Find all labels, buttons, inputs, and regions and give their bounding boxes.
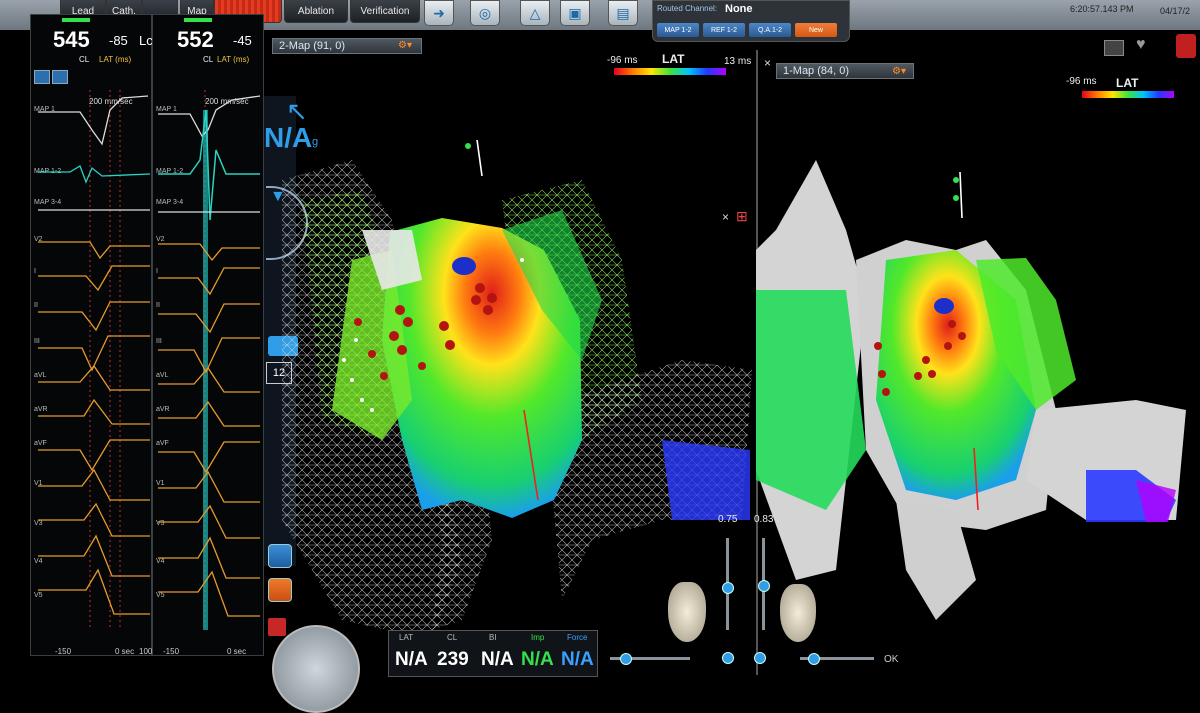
cl-label: CL xyxy=(203,55,214,64)
close-icon[interactable]: × xyxy=(764,56,771,70)
readout-header-lat: LAT xyxy=(399,633,414,642)
map1-opacity-value: 0.83 xyxy=(754,514,774,525)
axis-mid: 0 sec xyxy=(115,647,135,656)
map2-color-scale xyxy=(614,68,726,75)
cl-label: CL xyxy=(79,55,90,64)
map1-3d-view[interactable] xyxy=(756,150,1200,630)
map2-scale-max: 13 ms xyxy=(724,56,752,67)
routed-channel-label: Routed Channel: xyxy=(657,4,718,13)
catheter-readout: LAT CL BI Imp Force N/A 239 N/A N/A N/A xyxy=(388,630,598,677)
lat-label: LAT (ms) xyxy=(217,55,250,64)
routed-channel-value[interactable]: None xyxy=(725,3,753,15)
map-options-icon[interactable]: ⚙▾ xyxy=(892,66,906,77)
signal-indicator xyxy=(184,18,212,22)
readout-header-force: Force xyxy=(567,633,588,642)
map1-lat-label: LAT xyxy=(1116,76,1139,90)
signal-indicator xyxy=(62,18,90,22)
cycle-length-value: 545 xyxy=(53,27,90,52)
readout-imp-value: N/A xyxy=(521,649,554,670)
map2-opacity-knob[interactable] xyxy=(722,582,734,594)
readout-lat-value: N/A xyxy=(395,649,428,670)
readout-cl-value: 239 xyxy=(437,649,469,670)
lat-value: -85 xyxy=(109,33,128,48)
monitor-icon[interactable] xyxy=(1104,40,1124,56)
readout-header-cl: CL xyxy=(447,633,458,642)
wrench-icon[interactable] xyxy=(34,70,50,84)
readout-bi-value: N/A xyxy=(481,649,514,670)
heart-orientation-icon[interactable] xyxy=(780,584,816,642)
readout-header-imp: Imp xyxy=(531,633,545,642)
map2-h-knob[interactable] xyxy=(620,653,632,665)
map2-scale-min: -96 ms xyxy=(607,55,638,66)
map1-color-knob[interactable] xyxy=(754,652,766,664)
map2-opacity-value: 0.75 xyxy=(718,514,738,525)
map-options-icon[interactable]: ⚙▾ xyxy=(398,40,412,51)
axis-left: -150 xyxy=(163,647,180,656)
cycle-length-value: 552 xyxy=(177,27,214,52)
ok-label[interactable]: OK xyxy=(884,654,898,665)
verification-button[interactable]: Verification xyxy=(350,0,420,23)
triangle-icon[interactable]: △ xyxy=(520,0,550,26)
clock: 6:20:57.143 PM xyxy=(1070,4,1134,14)
waveform-canvas xyxy=(38,90,261,630)
map1-scale-min: -96 ms xyxy=(1066,76,1097,87)
axis-right: 100 xyxy=(139,647,153,656)
map1-color-scale xyxy=(1082,91,1174,98)
lat-label: LAT (ms) xyxy=(99,55,132,64)
close-icon[interactable]: × xyxy=(722,210,729,224)
send-icon[interactable]: ➜ xyxy=(424,0,454,26)
readout-force-value: N/A xyxy=(561,649,594,670)
lat-value: -45 xyxy=(233,33,252,48)
map2-lat-label: LAT xyxy=(662,52,685,66)
heart-icon[interactable]: ♥ xyxy=(1136,36,1146,54)
grid-icon[interactable] xyxy=(52,70,68,84)
channel-map12[interactable]: MAP 1-2 xyxy=(657,23,699,37)
readout-header-bi: BI xyxy=(489,633,497,642)
axis-mid: 0 sec xyxy=(227,647,247,656)
heart-orientation-icon[interactable] xyxy=(668,582,706,642)
channel-new[interactable]: New xyxy=(795,23,837,37)
map1-title: 1-Map (84, 0) xyxy=(783,65,850,77)
axis-left: -150 xyxy=(55,647,72,656)
channel-ref12[interactable]: REF 1-2 xyxy=(703,23,745,37)
lc-label: Lc xyxy=(139,33,153,48)
date: 04/17/2 xyxy=(1160,6,1191,16)
map2-color-knob[interactable] xyxy=(722,652,734,664)
ablation-button[interactable]: Ablation xyxy=(284,0,348,23)
map1-opacity-knob[interactable] xyxy=(758,580,770,592)
channel-qa12[interactable]: Q.A.1-2 xyxy=(749,23,791,37)
map2-title: 2-Map (91, 0) xyxy=(279,40,346,52)
alert-icon[interactable] xyxy=(1176,34,1196,58)
display-icon[interactable]: ▤ xyxy=(608,0,638,26)
dashboard-icon[interactable]: ◎ xyxy=(470,0,500,26)
routed-channel-panel: Routed Channel: None MAP 1-2 REF 1-2 Q.A… xyxy=(652,0,850,42)
snapshot-icon[interactable]: ▣ xyxy=(560,0,590,26)
map1-h-knob[interactable] xyxy=(808,653,820,665)
grid-marker-icon[interactable]: ⊞ xyxy=(736,208,748,225)
